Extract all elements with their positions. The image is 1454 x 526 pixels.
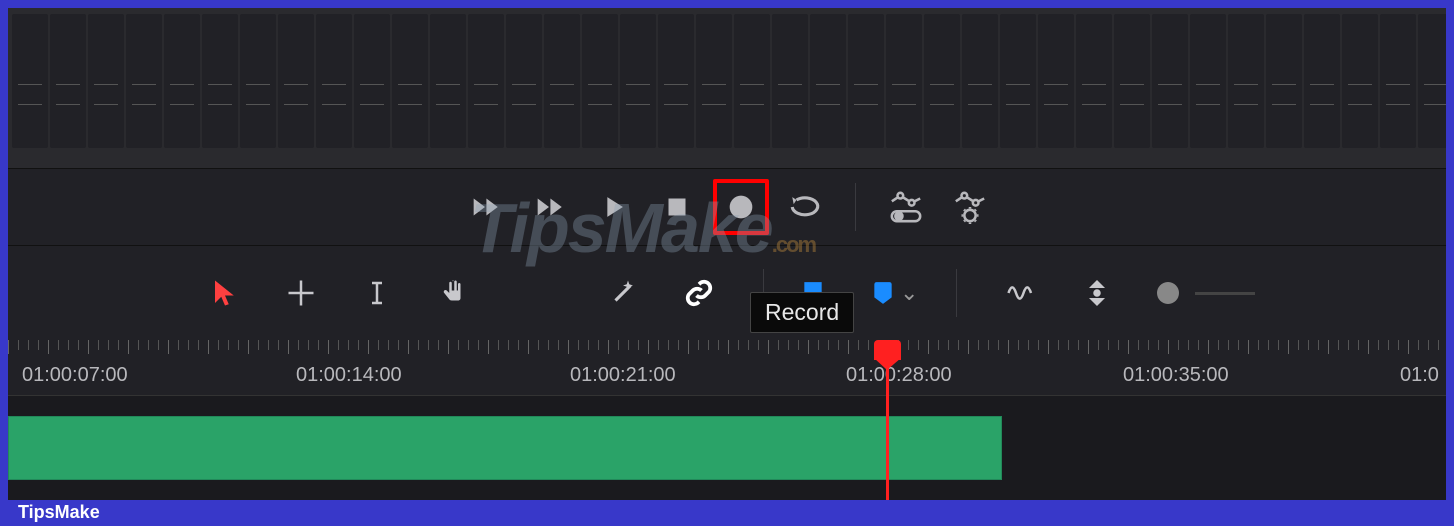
fader-slot[interactable] bbox=[924, 14, 960, 148]
fader-slot[interactable] bbox=[430, 14, 466, 148]
wand-icon bbox=[608, 278, 638, 308]
fader-slot[interactable] bbox=[1418, 14, 1446, 148]
fader-slot[interactable] bbox=[1304, 14, 1340, 148]
divider bbox=[855, 183, 856, 231]
fader-slot[interactable] bbox=[1342, 14, 1378, 148]
fader-slot[interactable] bbox=[1190, 14, 1226, 148]
fader-slot[interactable] bbox=[12, 14, 48, 148]
marker-icon bbox=[872, 280, 894, 306]
stop-button[interactable] bbox=[649, 179, 705, 235]
fader-slot[interactable] bbox=[658, 14, 694, 148]
fader-slot[interactable] bbox=[848, 14, 884, 148]
timecode-label: 01:0 bbox=[1400, 364, 1439, 387]
text-tool-button[interactable] bbox=[351, 267, 403, 319]
fader-slot[interactable] bbox=[354, 14, 390, 148]
fader-slot[interactable] bbox=[544, 14, 580, 148]
mixer-fader-row bbox=[8, 8, 1446, 168]
fader-slot[interactable] bbox=[1038, 14, 1074, 148]
fader-slot[interactable] bbox=[164, 14, 200, 148]
fader-slot[interactable] bbox=[962, 14, 998, 148]
timecode-label: 01:00:07:00 bbox=[22, 364, 128, 387]
fader-slot[interactable] bbox=[620, 14, 656, 148]
chevron-down-icon: ⌄ bbox=[900, 280, 918, 306]
automation-settings-icon bbox=[953, 190, 987, 224]
pointer-icon bbox=[210, 278, 240, 308]
fader-slot[interactable] bbox=[1152, 14, 1188, 148]
play-icon bbox=[596, 190, 630, 224]
expand-button[interactable] bbox=[1071, 267, 1123, 319]
fader-slot[interactable] bbox=[278, 14, 314, 148]
zoom-slider-track bbox=[1195, 292, 1255, 295]
fader-slot[interactable] bbox=[810, 14, 846, 148]
fader-slot[interactable] bbox=[582, 14, 618, 148]
trim-tool-button[interactable] bbox=[275, 267, 327, 319]
hand-icon bbox=[438, 278, 468, 308]
fader-slot[interactable] bbox=[1076, 14, 1112, 148]
fader-slot[interactable] bbox=[1114, 14, 1150, 148]
selection-tool-button[interactable] bbox=[199, 267, 251, 319]
expand-vertical-icon bbox=[1082, 278, 1112, 308]
fader-slot[interactable] bbox=[1380, 14, 1416, 148]
footer-label: TipsMake bbox=[18, 502, 100, 523]
waveform-icon bbox=[1006, 278, 1036, 308]
clip-segment[interactable] bbox=[8, 416, 1002, 480]
fader-slot[interactable] bbox=[886, 14, 922, 148]
zoom-slider[interactable] bbox=[1157, 282, 1255, 304]
stop-icon bbox=[660, 190, 694, 224]
timeline-ruler[interactable]: 01:00:07:0001:00:14:0001:00:21:0001:00:2… bbox=[8, 340, 1446, 396]
timeline[interactable]: 01:00:07:0001:00:14:0001:00:21:0001:00:2… bbox=[8, 340, 1446, 500]
fader-slot[interactable] bbox=[50, 14, 86, 148]
fader-slot[interactable] bbox=[202, 14, 238, 148]
fader-slot[interactable] bbox=[392, 14, 428, 148]
fader-slot[interactable] bbox=[772, 14, 808, 148]
tick-marks bbox=[8, 340, 1446, 358]
hand-tool-button[interactable] bbox=[427, 267, 479, 319]
timecode-label: 01:00:21:00 bbox=[570, 364, 676, 387]
fast-forward-button[interactable] bbox=[521, 179, 577, 235]
fader-slot[interactable] bbox=[1228, 14, 1264, 148]
razor-tool-button[interactable] bbox=[597, 267, 649, 319]
record-icon bbox=[724, 190, 758, 224]
playhead[interactable] bbox=[886, 342, 889, 500]
fader-slot[interactable] bbox=[1000, 14, 1036, 148]
fader-slot[interactable] bbox=[316, 14, 352, 148]
fader-slot[interactable] bbox=[126, 14, 162, 148]
app-window: ⌄ ⌄ Record 01:00:07:00 01:00:14:00 01:00:2… bbox=[8, 8, 1446, 500]
editing-toolbar: ⌄ ⌄ Record bbox=[8, 246, 1446, 340]
timecode-label: 01:00:35:00 bbox=[1123, 364, 1229, 387]
fader-slot[interactable] bbox=[506, 14, 542, 148]
rewind-button[interactable] bbox=[457, 179, 513, 235]
record-button[interactable] bbox=[713, 179, 769, 235]
automation-settings-button[interactable] bbox=[942, 179, 998, 235]
loop-icon bbox=[788, 190, 822, 224]
fader-slot[interactable] bbox=[240, 14, 276, 148]
marker-dropdown[interactable]: ⌄ bbox=[872, 280, 918, 306]
divider bbox=[956, 269, 957, 317]
automation-toggle-icon bbox=[889, 190, 923, 224]
ibeam-icon bbox=[362, 278, 392, 308]
transport-toolbar bbox=[8, 168, 1446, 246]
fader-slot[interactable] bbox=[734, 14, 770, 148]
rewind-icon bbox=[468, 190, 502, 224]
crosshair-icon bbox=[286, 278, 316, 308]
automation-toggle-button[interactable] bbox=[878, 179, 934, 235]
waveform-view-button[interactable] bbox=[995, 267, 1047, 319]
play-button[interactable] bbox=[585, 179, 641, 235]
record-tooltip: Record bbox=[750, 292, 854, 333]
link-icon bbox=[684, 278, 714, 308]
fader-slot[interactable] bbox=[1266, 14, 1302, 148]
zoom-slider-handle[interactable] bbox=[1157, 282, 1179, 304]
timecode-label: 01:00:14:00 bbox=[296, 364, 402, 387]
fader-slot[interactable] bbox=[88, 14, 124, 148]
link-tool-button[interactable] bbox=[673, 267, 725, 319]
loop-button[interactable] bbox=[777, 179, 833, 235]
fader-slot[interactable] bbox=[696, 14, 732, 148]
track-lane bbox=[8, 416, 1446, 480]
fader-slot[interactable] bbox=[468, 14, 504, 148]
fast-forward-icon bbox=[532, 190, 566, 224]
